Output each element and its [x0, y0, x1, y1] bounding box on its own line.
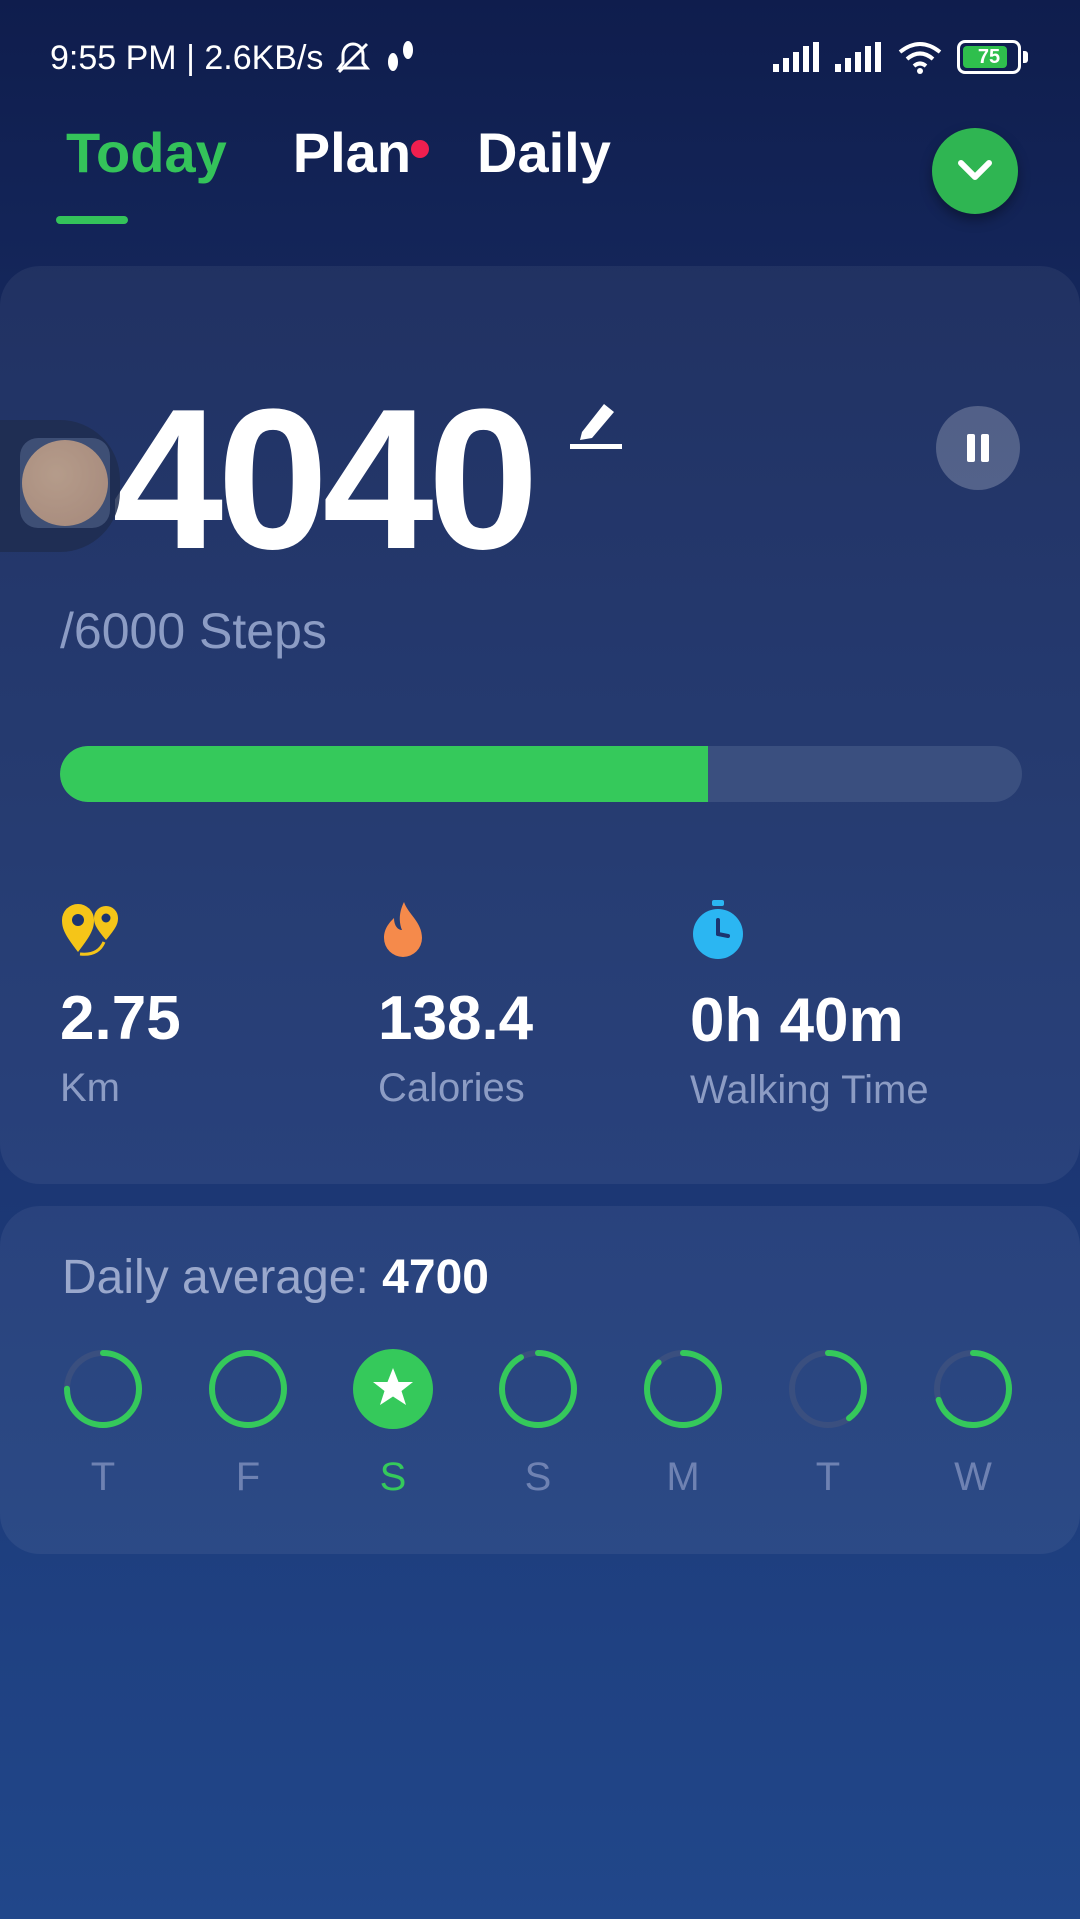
status-bar: 9:55 PM | 2.6KB/s 75	[0, 0, 1080, 120]
signal-icon	[835, 42, 881, 72]
steps-progress-bar	[60, 746, 1022, 802]
tab-today[interactable]: Today	[66, 120, 227, 185]
day-label: T	[90, 1455, 116, 1499]
active-tab-indicator	[56, 216, 128, 224]
walking-time-value: 0h 40m	[690, 986, 904, 1055]
top-tabs: Today Plan Daily	[66, 120, 611, 185]
status-icons: 75	[773, 40, 1028, 74]
battery-level: 75	[977, 45, 1001, 68]
battery-icon: 75	[957, 40, 1021, 74]
pause-icon	[967, 434, 989, 462]
day-4[interactable]: M	[642, 1348, 724, 1500]
walking-time-label: Walking Time	[690, 1068, 929, 1112]
tab-plan[interactable]: Plan	[292, 120, 430, 185]
day-5[interactable]: T	[787, 1348, 869, 1500]
mute-bell-icon	[336, 42, 371, 74]
stat-distance: 2.75 Km	[60, 900, 181, 1111]
distance-pin-icon	[62, 904, 118, 956]
day-progress-arc	[644, 1350, 722, 1428]
day-progress-ring	[934, 1350, 1012, 1428]
calories-label: Calories	[378, 1066, 525, 1110]
day-label: S	[379, 1455, 407, 1499]
day-progress-ring	[64, 1350, 142, 1428]
edit-goal-button[interactable]	[568, 398, 624, 455]
day-progress-ring	[499, 1350, 577, 1428]
day-progress-ring	[209, 1350, 287, 1428]
daily-average-label: Daily average:	[62, 1251, 369, 1304]
day-1[interactable]: F	[207, 1348, 289, 1500]
distance-value: 2.75	[60, 984, 181, 1053]
status-time-speed: 9:55 PM | 2.6KB/s	[50, 38, 419, 78]
day-label: T	[815, 1455, 841, 1499]
day-progress-ring	[644, 1350, 722, 1428]
day-label: W	[954, 1455, 992, 1499]
day-0[interactable]: T	[62, 1348, 144, 1500]
calories-value: 138.4	[378, 984, 534, 1053]
steps-progress-fill	[60, 746, 708, 802]
notification-dot	[411, 140, 430, 158]
day-progress-arc	[499, 1350, 577, 1428]
day-label: F	[235, 1455, 261, 1499]
flame-icon	[384, 902, 422, 957]
stat-calories: 138.4 Calories	[378, 900, 533, 1111]
pause-button[interactable]	[936, 406, 1020, 490]
distance-label: Km	[60, 1066, 120, 1110]
stopwatch-icon	[693, 900, 743, 959]
dropdown-button[interactable]	[932, 128, 1018, 214]
pencil-icon	[570, 404, 622, 449]
chevron-down-icon	[958, 160, 992, 180]
tab-plan-label: Plan	[292, 121, 412, 184]
daily-average-value: 4700	[382, 1251, 489, 1304]
stat-walking-time: 0h 40m Walking Time	[690, 900, 929, 1113]
day-2[interactable]: S	[352, 1348, 434, 1500]
day-star-ring	[353, 1349, 433, 1429]
day-3[interactable]: S	[497, 1348, 579, 1500]
daily-average: Daily average: 4700	[62, 1250, 489, 1305]
day-label: S	[524, 1455, 552, 1499]
steps-goal: /6000 Steps	[60, 603, 327, 659]
day-label: M	[666, 1455, 700, 1499]
tab-daily[interactable]: Daily	[477, 120, 611, 185]
steps-count: 4040	[112, 368, 539, 591]
signal-icon	[773, 42, 819, 72]
wifi-icon	[898, 42, 942, 74]
footsteps-icon	[388, 41, 414, 71]
day-progress-ring	[789, 1350, 867, 1428]
day-progress-arc	[209, 1350, 287, 1428]
status-time-text: 9:55 PM | 2.6KB/s	[50, 38, 324, 77]
day-6[interactable]: W	[932, 1348, 1014, 1500]
battery-tip	[1023, 51, 1028, 63]
floating-orb-overlay	[20, 438, 110, 528]
